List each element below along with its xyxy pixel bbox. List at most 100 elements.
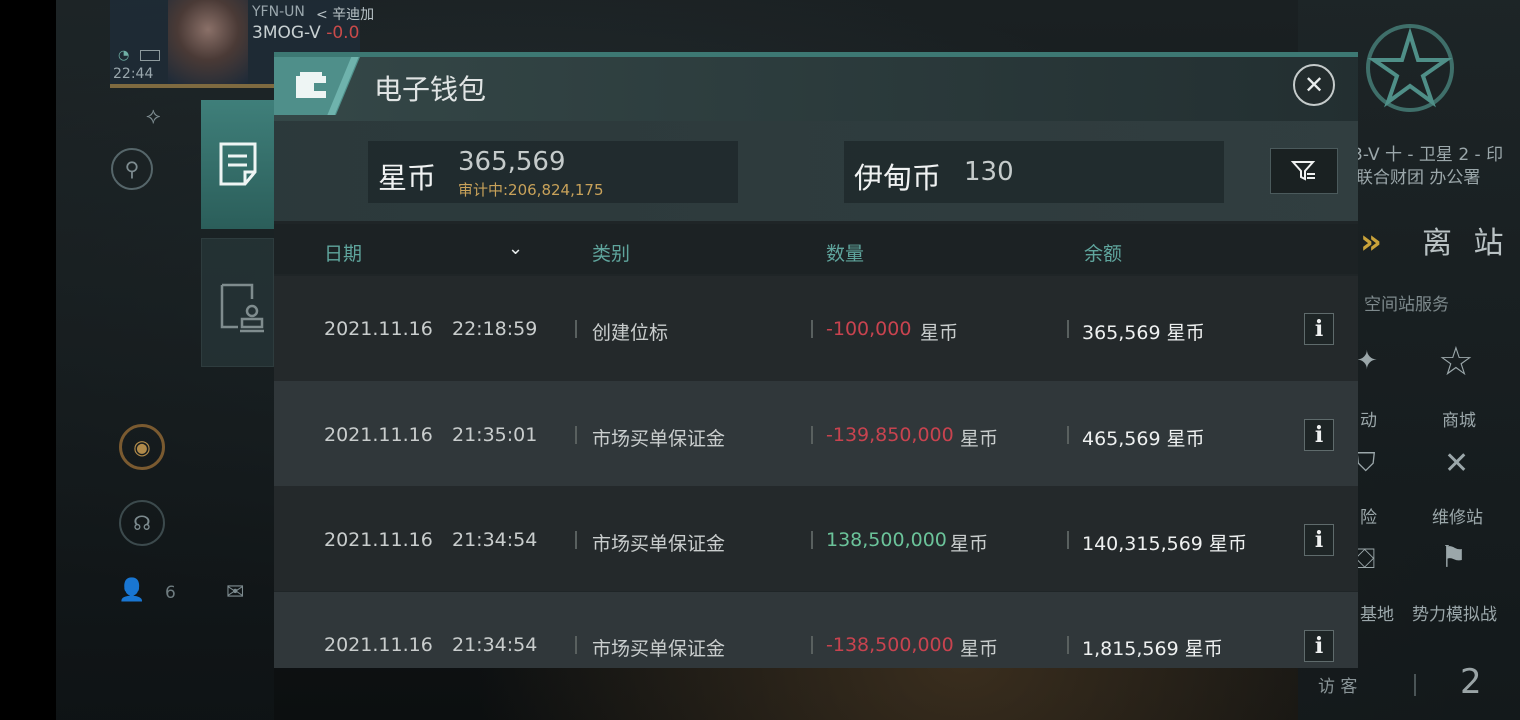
audit-amount: 审计中:206,824,175 — [458, 181, 604, 199]
star-coin-amount: 365,569 — [458, 147, 566, 177]
column-divider — [1067, 636, 1069, 654]
station-location-line1: 3-V 十 - 卫星 2 - 印 — [1352, 145, 1504, 165]
undock-chevron-icon: » — [1360, 222, 1382, 262]
row-time: 21:35:01 — [452, 424, 538, 446]
wifi-icon: ◔ — [118, 48, 130, 63]
contacts-icon[interactable]: 👤 — [118, 578, 145, 603]
column-divider — [575, 320, 577, 338]
document-icon — [219, 142, 257, 186]
row-category: 市场买单保证金 — [592, 638, 726, 660]
column-divider — [575, 636, 577, 654]
wallet-icon — [296, 72, 326, 98]
filter-icon — [1291, 161, 1316, 181]
currency-summary: 星币 365,569 审计中:206,824,175 伊甸币 130 — [274, 121, 1358, 221]
row-category: 市场买单保证金 — [592, 533, 726, 555]
table-row: 2021.11.16 21:34:54 市场买单保证金 -138,500,000… — [274, 592, 1358, 668]
tab-contracts[interactable] — [201, 238, 274, 367]
row-amount-unit: 星币 — [920, 322, 959, 344]
row-amount: -100,000 — [826, 318, 912, 340]
row-time: 21:34:54 — [452, 634, 538, 656]
header-amount: 数量 — [826, 243, 865, 265]
activity-icon[interactable]: ✦ — [1356, 346, 1378, 376]
row-date: 2021.11.16 — [324, 529, 433, 551]
row-amount-unit: 星币 — [960, 638, 999, 660]
service-faction-war[interactable]: 势力模拟战 — [1412, 600, 1497, 625]
info-button[interactable]: i — [1304, 419, 1334, 451]
info-button[interactable]: i — [1304, 630, 1334, 662]
row-category: 市场买单保证金 — [592, 428, 726, 450]
table-row: 2021.11.16 21:35:01 市场买单保证金 -139,850,000… — [274, 381, 1358, 486]
close-button[interactable]: ✕ — [1293, 64, 1335, 106]
clock: 22:44 — [113, 66, 154, 82]
corp-emblem-icon — [1366, 24, 1454, 112]
target-icon[interactable]: ◉ — [119, 424, 165, 470]
table-row: 2021.11.16 21:34:54 市场买单保证金 138,500,000 … — [274, 486, 1358, 591]
ship-name-text: 3MOG-V — [252, 23, 321, 43]
visitors-divider — [1414, 674, 1416, 696]
eden-coin-label: 伊甸币 — [854, 161, 942, 195]
contract-icon — [220, 283, 264, 333]
undock-button[interactable]: 离 站 — [1422, 218, 1510, 262]
shop-icon[interactable]: ☆ — [1438, 342, 1474, 382]
avatar[interactable] — [168, 0, 248, 84]
repair-icon[interactable]: ✕ — [1444, 446, 1469, 481]
row-date: 2021.11.16 — [324, 634, 433, 656]
row-date: 2021.11.16 — [324, 424, 433, 446]
row-balance: 1,815,569 星币 — [1082, 638, 1223, 660]
row-amount: 138,500,000 — [826, 529, 947, 551]
row-balance: 365,569 星币 — [1082, 322, 1205, 344]
location-pin-icon[interactable]: ⚲ — [111, 148, 153, 190]
row-amount: -138,500,000 — [826, 634, 954, 656]
flags-icon[interactable]: ⚑ — [1440, 540, 1467, 575]
tab-wallet-log[interactable] — [201, 100, 274, 229]
row-amount: -139,850,000 — [826, 424, 954, 446]
column-divider — [811, 531, 813, 549]
headset-icon[interactable]: ☊ — [119, 500, 165, 546]
service-insurance[interactable]: 险 — [1360, 503, 1377, 528]
wallet-dialog: 电子钱包 ✕ 星币 365,569 审计中:206,824,175 伊甸币 13… — [274, 52, 1358, 668]
security-status: -0.0 — [326, 23, 360, 43]
column-divider — [1067, 320, 1069, 338]
station-location-line2: 联合财团 办公署 — [1356, 168, 1481, 188]
row-balance: 465,569 星币 — [1082, 428, 1205, 450]
battery-icon — [140, 50, 160, 61]
column-divider — [811, 636, 813, 654]
service-shop[interactable]: 商城 — [1442, 406, 1476, 431]
insurance-icon[interactable]: ⛉ — [1356, 448, 1376, 479]
column-divider — [811, 320, 813, 338]
info-button[interactable]: i — [1304, 313, 1334, 345]
header-category: 类别 — [592, 243, 631, 265]
dialog-title: 电子钱包 — [374, 73, 487, 106]
service-activity[interactable]: 动 — [1360, 406, 1377, 431]
row-balance: 140,315,569 星币 — [1082, 533, 1247, 555]
portrait-underline — [110, 84, 280, 88]
neocom-icon[interactable]: ⟡ — [146, 104, 161, 129]
eden-coin-amount: 130 — [964, 157, 1014, 187]
mail-icon[interactable]: ✉ — [226, 580, 244, 605]
star-coin-label: 星币 — [378, 161, 437, 195]
system-code: YFN-UN — [252, 4, 305, 20]
service-repair[interactable]: 维修站 — [1432, 503, 1483, 528]
info-button[interactable]: i — [1304, 524, 1334, 556]
table-row: 2021.11.16 22:18:59 创建位标 -100,000 星币 365… — [274, 276, 1358, 381]
row-category: 创建位标 — [592, 322, 669, 344]
header-balance: 余额 — [1084, 243, 1123, 265]
column-divider — [1067, 531, 1069, 549]
chevron-down-icon[interactable]: ⌄ — [508, 238, 523, 259]
column-divider — [575, 426, 577, 444]
row-time: 21:34:54 — [452, 529, 538, 551]
table-header: 日期 ⌄ 类别 数量 余额 — [274, 224, 1358, 274]
contacts-count: 6 — [165, 583, 176, 603]
visitors-count: 2 — [1460, 662, 1482, 702]
column-divider — [1067, 426, 1069, 444]
location-name[interactable]: < 辛迪加 — [316, 4, 374, 24]
service-base[interactable]: 基地 — [1360, 600, 1394, 625]
filter-button[interactable] — [1270, 148, 1338, 194]
row-amount-unit: 星币 — [960, 428, 999, 450]
row-amount-unit: 星币 — [950, 533, 989, 555]
header-date[interactable]: 日期 — [324, 239, 362, 266]
visitors-label[interactable]: 访 客 — [1318, 672, 1357, 697]
column-divider — [811, 426, 813, 444]
ship-name: 3MOG-V -0.0 — [252, 23, 359, 43]
row-date: 2021.11.16 — [324, 318, 433, 340]
